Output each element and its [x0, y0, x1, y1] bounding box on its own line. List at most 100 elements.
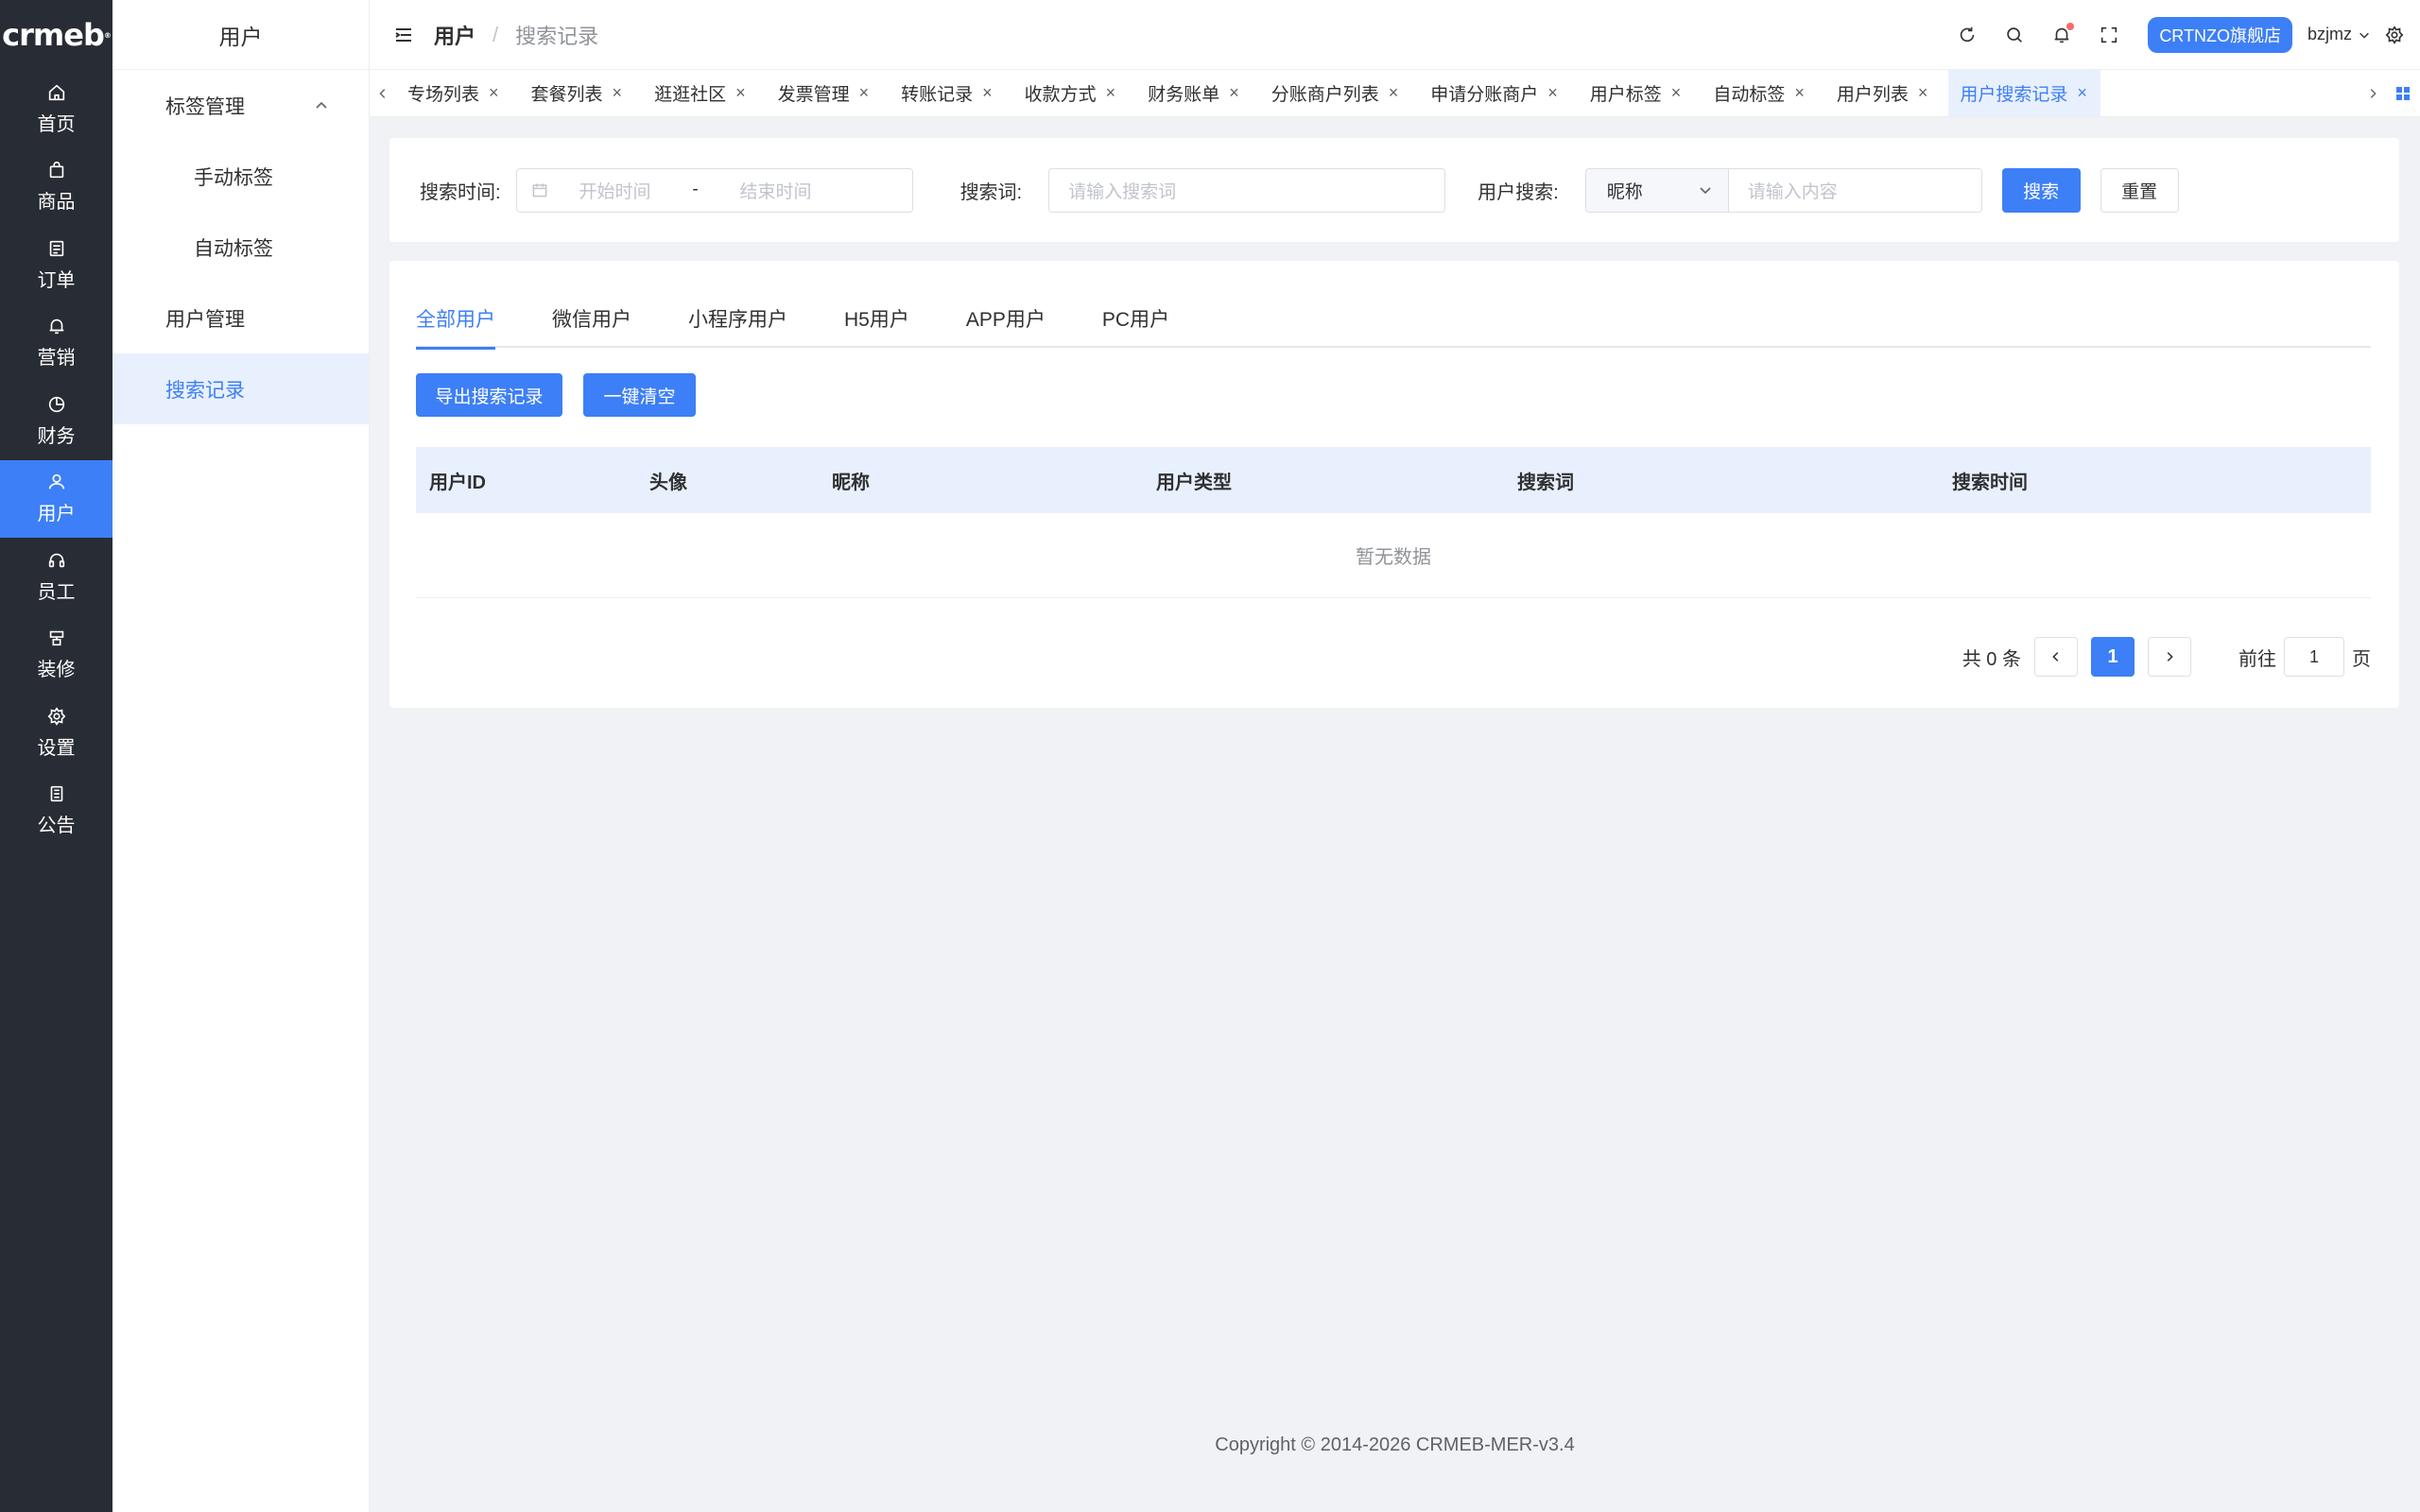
- chevron-right-icon: [2370, 88, 2377, 98]
- collapse-menu-icon[interactable]: [392, 24, 415, 46]
- rail-item-marketing[interactable]: 营销: [0, 304, 112, 383]
- tab-item[interactable]: 收款方式 ×: [1013, 70, 1130, 116]
- keyword-label: 搜索词:: [959, 181, 1023, 203]
- date-range-picker[interactable]: 开始时间 - 结束时间: [515, 167, 913, 213]
- rail-item-notice[interactable]: 公告: [0, 772, 112, 850]
- tab-item[interactable]: 转账记录 ×: [890, 70, 1006, 116]
- tab-item-active[interactable]: 用户搜索记录 ×: [1948, 70, 2100, 116]
- goto-page-input[interactable]: 1: [2284, 637, 2344, 677]
- breadcrumb-current: 搜索记录: [515, 24, 599, 48]
- user-field-select[interactable]: 昵称: [1584, 167, 1729, 213]
- tab-app-users[interactable]: APP用户: [966, 301, 1046, 348]
- subnav-title: 用户: [112, 0, 369, 70]
- page-number-current[interactable]: 1: [2091, 637, 2135, 677]
- rail-item-label: 公告: [37, 816, 76, 837]
- subnav-group-tag-management[interactable]: 标签管理: [112, 70, 369, 141]
- rail-item-home[interactable]: 首页: [0, 70, 112, 148]
- close-icon[interactable]: ×: [1106, 83, 1116, 103]
- sub-sidebar: 用户 标签管理 手动标签 自动标签 用户管理 搜索记录: [112, 0, 370, 1512]
- tab-item[interactable]: 分账商户列表 ×: [1260, 70, 1412, 116]
- search-button[interactable]: 搜索: [2001, 167, 2081, 213]
- close-icon[interactable]: ×: [1547, 83, 1558, 103]
- rail-item-orders[interactable]: 订单: [0, 226, 112, 304]
- rail-item-settings[interactable]: 设置: [0, 694, 112, 772]
- rail-item-label: 设置: [37, 737, 76, 759]
- grid-icon: [2396, 86, 2410, 100]
- tab-item[interactable]: 发票管理 ×: [767, 70, 883, 116]
- chevron-left-icon: [2052, 652, 2059, 662]
- table-header: 用户ID 头像 昵称 用户类型 搜索词 搜索时间: [416, 447, 2371, 513]
- close-icon[interactable]: ×: [489, 83, 499, 103]
- goto-label: 前往: [2238, 648, 2276, 670]
- copyright-footer: Copyright © 2014-2026 CRMEB-MER-v3.4: [1215, 1435, 1575, 1455]
- rail-item-staff[interactable]: 员工: [0, 538, 112, 616]
- close-icon[interactable]: ×: [1918, 83, 1928, 103]
- tab-item[interactable]: 套餐列表 ×: [520, 70, 636, 116]
- start-date-placeholder: 开始时间: [579, 181, 651, 202]
- subnav-item-auto-tags[interactable]: 自动标签: [112, 212, 369, 283]
- column-header-user-type: 用户类型: [1156, 472, 1232, 493]
- notification-bell[interactable]: [2051, 22, 2075, 45]
- breadcrumb-root[interactable]: 用户: [434, 20, 475, 50]
- reset-button[interactable]: 重置: [2100, 167, 2179, 213]
- subnav-item-search-records[interactable]: 搜索记录: [112, 353, 369, 424]
- tab-item[interactable]: 用户标签 ×: [1579, 70, 1695, 116]
- close-icon[interactable]: ×: [1794, 83, 1805, 103]
- subnav-item-manual-tags[interactable]: 手动标签: [112, 141, 369, 212]
- empty-state: 暂无数据: [416, 513, 2371, 598]
- rail-item-products[interactable]: 商品: [0, 148, 112, 227]
- settings-gear-icon[interactable]: [2384, 25, 2405, 45]
- prev-page-button[interactable]: [2034, 637, 2078, 677]
- rail-item-finance[interactable]: 财务: [0, 382, 112, 460]
- rail-item-label: 商品: [37, 192, 76, 214]
- subnav-item-user-management[interactable]: 用户管理: [112, 283, 369, 353]
- user-menu[interactable]: bzjmz: [2308, 25, 2371, 44]
- next-page-button[interactable]: [2148, 637, 2191, 677]
- tab-item[interactable]: 用户列表 ×: [1825, 70, 1942, 116]
- tab-item[interactable]: 申请分账商户 ×: [1419, 70, 1571, 116]
- tab-pc-users[interactable]: PC用户: [1102, 301, 1169, 348]
- tab-all-users[interactable]: 全部用户: [416, 301, 495, 350]
- close-icon[interactable]: ×: [1229, 83, 1239, 103]
- tab-wechat-users[interactable]: 微信用户: [552, 301, 631, 348]
- column-header-nickname: 昵称: [832, 472, 870, 493]
- end-date-placeholder: 结束时间: [739, 181, 812, 202]
- clear-all-button[interactable]: 一键清空: [583, 373, 696, 417]
- tab-label: 转账记录: [901, 85, 974, 105]
- column-header-keyword: 搜索词: [1517, 472, 1574, 493]
- search-icon[interactable]: [2004, 25, 2025, 45]
- tab-item[interactable]: 财务账单 ×: [1136, 70, 1253, 116]
- tabs-menu[interactable]: [2386, 86, 2420, 101]
- close-icon[interactable]: ×: [1671, 83, 1682, 103]
- store-switch-button[interactable]: CRTNZO旗舰店: [2148, 16, 2292, 53]
- fullscreen-icon[interactable]: [2099, 25, 2119, 45]
- export-records-button[interactable]: 导出搜索记录: [416, 373, 562, 417]
- tab-h5-users[interactable]: H5用户: [844, 301, 909, 348]
- close-icon[interactable]: ×: [859, 83, 870, 103]
- close-icon[interactable]: ×: [2077, 83, 2087, 103]
- breadcrumb-separator: /: [493, 22, 499, 46]
- rail-item-users[interactable]: 用户: [0, 459, 112, 538]
- close-icon[interactable]: ×: [613, 83, 623, 103]
- tab-item[interactable]: 自动标签 ×: [1702, 70, 1818, 116]
- close-icon[interactable]: ×: [735, 83, 746, 103]
- crmeb-logo[interactable]: crmeb ®: [0, 0, 112, 70]
- user-search-input[interactable]: 请输入内容: [1728, 167, 1982, 213]
- tab-miniprogram-users[interactable]: 小程序用户: [688, 301, 787, 348]
- tabs-scroll-right[interactable]: [2360, 87, 2386, 100]
- close-icon[interactable]: ×: [1389, 83, 1399, 103]
- tab-list: 专场列表 × 套餐列表 × 逛逛社区 × 发票管理 × 转账记录 × 收款方式 × 财务账单…: [396, 70, 2360, 116]
- tabs-scroll-left[interactable]: [370, 87, 396, 100]
- keyword-input[interactable]: 请输入搜索词: [1048, 167, 1446, 213]
- keyword-placeholder: 请输入搜索词: [1068, 181, 1177, 202]
- close-icon[interactable]: ×: [982, 83, 993, 103]
- filter-panel: 搜索时间: 开始时间 - 结束时间 搜索词: 请输入搜索词 用户搜索: 昵称 请…: [389, 138, 2399, 242]
- rail-item-decorate[interactable]: 装修: [0, 616, 112, 695]
- refresh-icon[interactable]: [1957, 25, 1978, 45]
- gear-icon: [47, 707, 65, 726]
- rail-item-label: 订单: [37, 269, 76, 291]
- tab-item[interactable]: 逛逛社区 ×: [643, 70, 759, 116]
- tab-item[interactable]: 专场列表 ×: [396, 70, 512, 116]
- column-header-search-time: 搜索时间: [1952, 472, 2028, 493]
- tab-label: 逛逛社区: [654, 85, 727, 105]
